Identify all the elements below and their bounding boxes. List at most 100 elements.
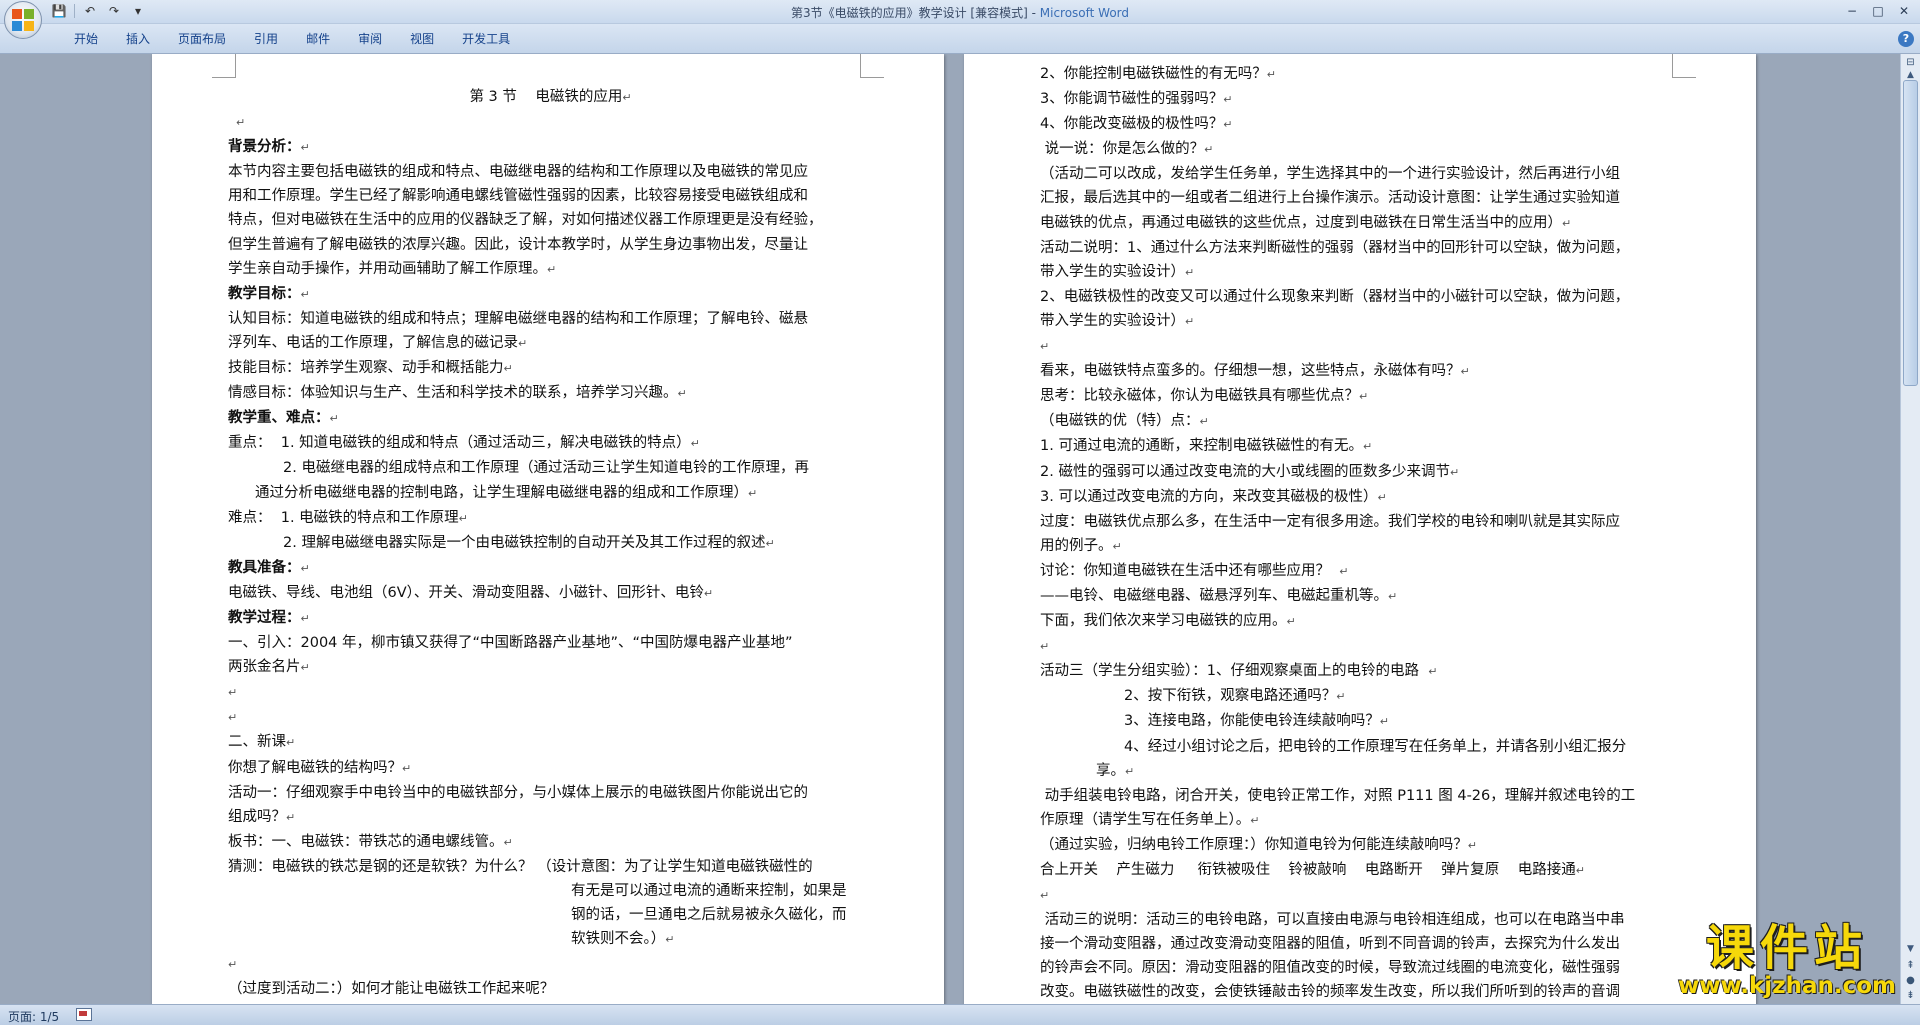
paragraph: 作原理（请学生写在任务单上）。↵ bbox=[1040, 811, 1260, 828]
tab-review[interactable]: 审阅 bbox=[344, 30, 396, 48]
paragraph: 思考：比较永磁体，你认为电磁铁具有哪些优点？↵ bbox=[1040, 388, 1369, 405]
section-heading: 教具准备：↵ bbox=[228, 559, 310, 576]
paragraph: 汇报，最后选其中的一组或者二组进行上台操作演示。活动设计意图：让学生通过实验知道 bbox=[1040, 190, 1620, 207]
paragraph: ——电铃、电磁继电器、磁悬浮列车、电磁起重机等。↵ bbox=[1040, 587, 1398, 604]
section-heading: 教学重、难点：↵ bbox=[228, 410, 339, 427]
paragraph: 下面，我们依次来学习电磁铁的应用。↵ bbox=[1040, 613, 1296, 630]
tab-developer[interactable]: 开发工具 bbox=[448, 30, 524, 48]
paragraph: （通过实验，归纳电铃工作原理：）你知道电铃为何能连续敲响吗？↵ bbox=[1040, 836, 1477, 853]
section-heading: 教学过程：↵ bbox=[228, 609, 310, 626]
paragraph: 带入学生的实验设计）↵ bbox=[1040, 312, 1195, 329]
paragraph: 情感目标：体验知识与生产、生活和科学技术的联系，培养学习兴趣。↵ bbox=[228, 385, 687, 402]
paragraph: 本节内容主要包括电磁铁的组成和特点、电磁继电器的结构和工作原理以及电磁铁的常见应 bbox=[228, 164, 808, 181]
paragraph: 2、按下衔铁，观察电路还通吗？↵ bbox=[1124, 688, 1346, 705]
section-heading: 背景分析：↵ bbox=[228, 139, 310, 156]
office-logo-icon bbox=[12, 9, 34, 31]
paragraph: 认知目标：知道电磁铁的组成和特点；理解电磁继电器的结构和工作原理；了解电铃、磁悬 bbox=[228, 310, 808, 327]
tab-insert[interactable]: 插入 bbox=[112, 30, 164, 48]
paragraph: 的铃声会不同。原因：滑动变阻器的阻值改变的时候，导致流过线圈的电流变化，磁性强弱 bbox=[1040, 960, 1620, 977]
paragraph: 4、经过小组讨论之后，把电铃的工作原理写在任务单上，并请各别小组汇报分 bbox=[1124, 738, 1627, 755]
paragraph: 板书：一、电磁铁：带铁芯的通电螺线管。↵ bbox=[228, 833, 513, 850]
paragraph: （活动二可以改成，发给学生任务单，学生选择其中的一个进行实验设计，然后再进行小组 bbox=[1040, 166, 1620, 183]
paragraph: 2. 磁性的强弱可以通过改变电流的大小或线圈的匝数多少来调节↵ bbox=[1040, 463, 1460, 480]
document-title: 第3节《电磁铁的应用》教学设计 [兼容模式] - bbox=[790, 6, 1040, 20]
paragraph: 但学生普遍有了解电磁铁的浓厚兴趣。因此，设计本教学时，从学生身边事物出发，尽量让 bbox=[228, 236, 808, 253]
proofing-status-icon[interactable] bbox=[76, 1008, 92, 1021]
paragraph: ↵ bbox=[1040, 640, 1050, 654]
watermark-title: 课件站 bbox=[1705, 920, 1868, 976]
minimize-button[interactable]: − bbox=[1840, 2, 1864, 20]
document-heading: 第 3 节 电磁铁的应用↵ bbox=[469, 89, 632, 105]
document-workspace: 第 3 节 电磁铁的应用↵ ↵ 背景分析：↵ 本节内容主要包括电磁铁的组成和特点… bbox=[0, 54, 1900, 1004]
help-icon[interactable]: ? bbox=[1898, 31, 1914, 47]
document-page-1: 第 3 节 电磁铁的应用↵ ↵ 背景分析：↵ 本节内容主要包括电磁铁的组成和特点… bbox=[152, 54, 944, 1004]
paragraph: 合上开关 产生磁力 衔铁被吸住 铃被敲响 电路断开 弹片复原 电路接通↵ bbox=[1040, 862, 1585, 878]
paragraph: 组成吗？↵ bbox=[228, 808, 296, 825]
paragraph: 两张金名片↵ bbox=[228, 659, 310, 676]
tab-home[interactable]: 开始 bbox=[60, 30, 112, 48]
watermark-url: www.kjzhan.com bbox=[1678, 973, 1896, 999]
paragraph: 3、连接电路，你能使电铃连续敲响吗？↵ bbox=[1124, 713, 1389, 730]
paragraph: 享。↵ bbox=[1096, 762, 1135, 779]
status-bar: 页面: 1/5 bbox=[0, 1004, 1920, 1025]
maximize-button[interactable]: □ bbox=[1866, 2, 1890, 20]
crop-mark bbox=[212, 54, 236, 78]
paragraph: 动手组装电铃电路，闭合开关，使电铃正常工作，对照 P111 图 4-26，理解并… bbox=[1040, 787, 1636, 804]
tab-references[interactable]: 引用 bbox=[240, 30, 292, 48]
window-title: 第3节《电磁铁的应用》教学设计 [兼容模式] - Microsoft Word bbox=[0, 4, 1920, 21]
paragraph: 技能目标：培养学生观察、动手和概括能力↵ bbox=[228, 360, 513, 377]
paragraph: 难点： 1. 电磁铁的特点和工作原理↵ bbox=[228, 509, 468, 526]
paragraph: 学生亲自动手操作，并用动画辅助了解工作原理。↵ bbox=[228, 260, 557, 277]
paragraph: （电磁铁的优（特）点：↵ bbox=[1040, 413, 1209, 430]
paragraph: 钢的话，一旦通电之后就易被永久磁化，而 bbox=[571, 907, 847, 924]
paragraph: 用的例子。↵ bbox=[1040, 537, 1122, 554]
paragraph: 活动一：仔细观察手中电铃当中的电磁铁部分，与小媒体上展示的电磁铁图片你能说出它的 bbox=[228, 784, 808, 801]
paragraph: （过度到活动二：）如何才能让电磁铁工作起来呢？ bbox=[228, 981, 555, 998]
paragraph: 特点，但对电磁铁在生活中的应用的仪器缺乏了解，对如何描述仪器工作原理更是没有经验… bbox=[228, 212, 823, 229]
paragraph: 电磁铁、导线、电池组（6V）、开关、滑动变阻器、小磁针、回形针、电铃↵ bbox=[228, 584, 714, 601]
paragraph: 电磁铁的优点，再通过电磁铁的这些优点，过度到电磁铁在日常生活当中的应用）↵ bbox=[1040, 214, 1572, 231]
page-1-text[interactable]: 第 3 节 电磁铁的应用↵ ↵ 背景分析：↵ 本节内容主要包括电磁铁的组成和特点… bbox=[228, 85, 873, 1001]
paragraph: 接一个滑动变阻器，通过改变滑动变阻器的阻值，听到不同音调的铃声，去探究为什么发出 bbox=[1040, 936, 1620, 953]
paragraph: 一、引入：2004 年，柳市镇又获得了“中国断路器产业基地”、“中国防爆电器产业… bbox=[228, 635, 793, 652]
section-heading: 教学目标：↵ bbox=[228, 285, 310, 302]
paragraph: ↵ bbox=[228, 686, 238, 700]
paragraph: 浮列车、电话的工作原理，了解信息的磁记录↵ bbox=[228, 334, 528, 351]
crop-mark bbox=[860, 54, 884, 78]
watermark-logo: 课件站 www.kjzhan.com bbox=[1668, 922, 1906, 998]
paragraph: 你想了解电磁铁的结构吗？↵ bbox=[228, 759, 412, 776]
paragraph: 通过分析电磁继电器的控制电路，让学生理解电磁继电器的组成和工作原理）↵ bbox=[255, 484, 758, 501]
paragraph: 2、你能控制电磁铁磁性的有无吗？↵ bbox=[1040, 66, 1276, 82]
paragraph: 重点： 1. 知道电磁铁的组成和特点（通过活动三，解决电磁铁的特点）↵ bbox=[228, 435, 700, 452]
close-button[interactable]: ✕ bbox=[1892, 2, 1916, 20]
vertical-scrollbar[interactable]: ⊟ ▲ ▼ ⇞ ● ⇟ bbox=[1900, 54, 1920, 1006]
page-2-text[interactable]: 2、你能控制电磁铁磁性的有无吗？↵ 3、你能调节磁性的强弱吗？↵ 4、你能改变磁… bbox=[1040, 62, 1685, 1004]
paragraph: 改变。电磁铁磁性的改变，会使铁锤敲击铃的频率发生改变，所以我们所听到的铃声的音调 bbox=[1040, 984, 1620, 1001]
ribbon-tabs: 开始 插入 页面布局 引用 邮件 审阅 视图 开发工具 ? bbox=[0, 24, 1920, 54]
paragraph: 1. 可通过电流的通断，来控制电磁铁磁性的有无。↵ bbox=[1040, 438, 1373, 455]
paragraph: ↵ bbox=[228, 958, 238, 972]
paragraph: 看来，电磁铁特点蛮多的。仔细想一想，这些特点，永磁体有吗？↵ bbox=[1040, 363, 1470, 380]
paragraph: ↵ bbox=[236, 116, 246, 130]
paragraph: 软铁则不会。）↵ bbox=[571, 931, 675, 948]
paragraph: ↵ bbox=[1040, 889, 1050, 903]
office-button[interactable] bbox=[4, 1, 42, 39]
tab-mailings[interactable]: 邮件 bbox=[292, 30, 344, 48]
tab-view[interactable]: 视图 bbox=[396, 30, 448, 48]
paragraph: 说一说：你是怎么做的？↵ bbox=[1040, 141, 1214, 158]
paragraph: 用和工作原理。学生已经了解影响通电螺线管磁性强弱的因素，比较容易接受电磁铁组成和 bbox=[228, 188, 808, 205]
paragraph: 猜测：电磁铁的铁芯是钢的还是软铁？为什么？ （设计意图：为了让学生知道电磁铁磁性… bbox=[228, 858, 813, 875]
paragraph: 过度：电磁铁优点那么多，在生活中一定有很多用途。我们学校的电铃和喇叭就是其实际应 bbox=[1040, 513, 1620, 530]
paragraph: 2. 理解电磁继电器实际是一个由电磁铁控制的自动开关及其工作过程的叙述↵ bbox=[283, 534, 775, 551]
paragraph: 活动三的说明：活动三的电铃电路，可以直接由电源与电铃相连组成，也可以在电路当中串 bbox=[1040, 912, 1625, 929]
page-indicator[interactable]: 页面: 1/5 bbox=[8, 1008, 59, 1025]
paragraph: 带入学生的实验设计）↵ bbox=[1040, 263, 1195, 280]
paragraph: 2. 电磁继电器的组成特点和工作原理（通过活动三让学生知道电铃的工作原理，再 bbox=[283, 460, 809, 477]
paragraph: 活动二说明：1、通过什么方法来判断磁性的强弱（器材当中的回形针可以空缺，做为问题… bbox=[1040, 239, 1630, 256]
app-name: Microsoft Word bbox=[1039, 6, 1130, 20]
tab-page-layout[interactable]: 页面布局 bbox=[164, 30, 240, 48]
paragraph: ↵ bbox=[1040, 340, 1050, 354]
window-controls: − □ ✕ bbox=[1840, 2, 1916, 20]
scrollbar-thumb[interactable] bbox=[1903, 80, 1918, 386]
paragraph: ↵ bbox=[228, 711, 238, 725]
